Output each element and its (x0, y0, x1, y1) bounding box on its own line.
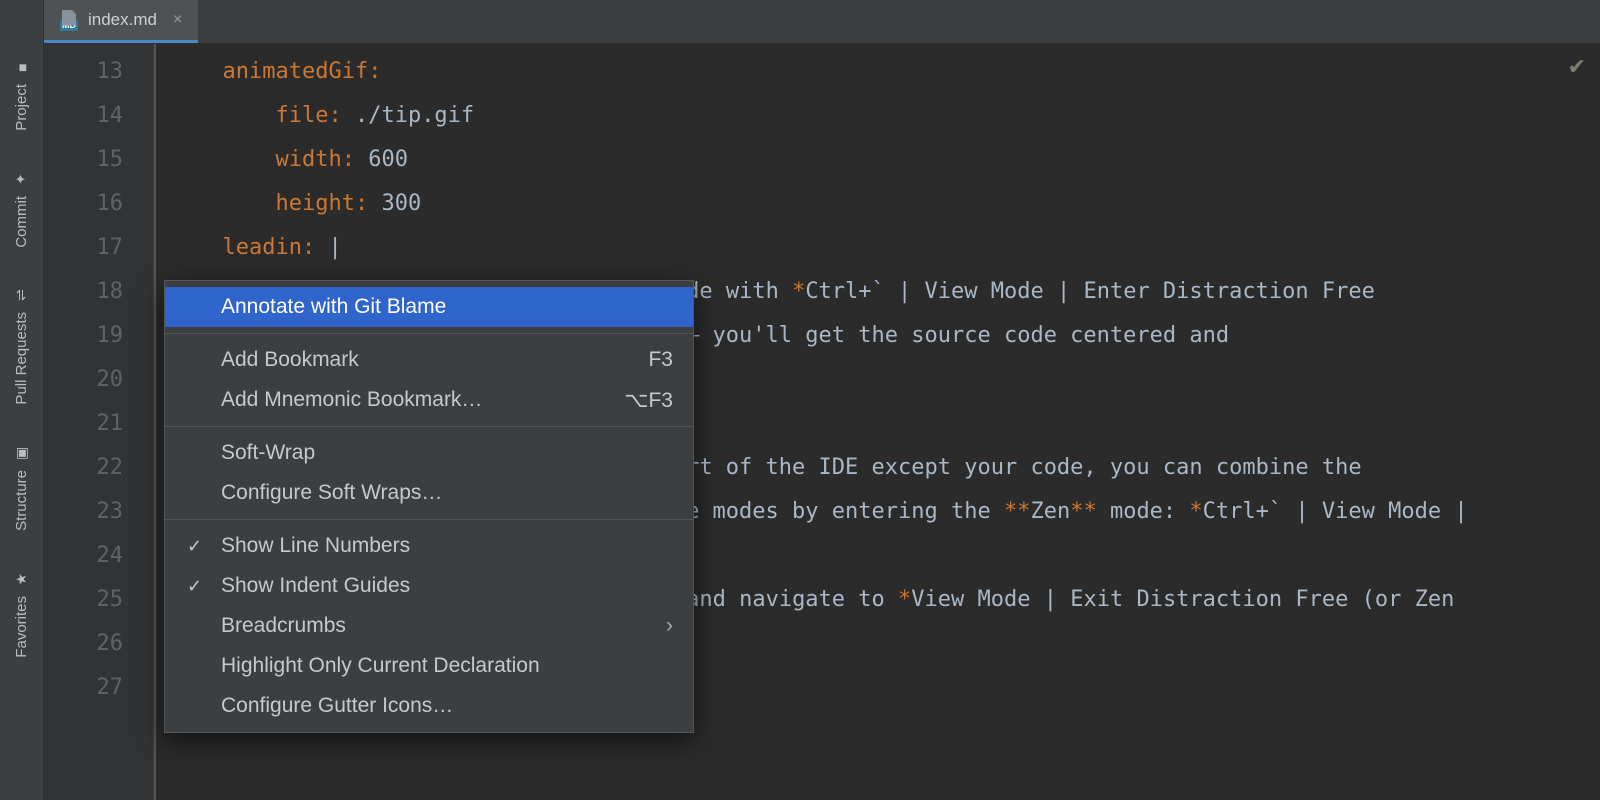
menu-item[interactable]: Add Mnemonic Bookmark… ⌥F3 (165, 380, 693, 420)
check-icon: ✓ (187, 536, 202, 557)
line-number[interactable]: 25 (44, 578, 153, 622)
menu-item[interactable]: Add Bookmark F3 (165, 340, 693, 380)
code-line[interactable]: height: 300 (196, 182, 1600, 226)
line-number[interactable]: 16 (44, 182, 153, 226)
menu-item-label: Breadcrumbs (221, 614, 346, 638)
line-number[interactable]: 15 (44, 138, 153, 182)
menu-item-label: Configure Soft Wraps… (221, 481, 442, 505)
toolstrip-commit[interactable]: Commit ✦ (13, 171, 30, 248)
toolstrip-favorites[interactable]: Favorites ★ (13, 571, 30, 658)
close-icon[interactable]: × (173, 11, 182, 29)
gutter-context-menu: Annotate with Git BlameAdd BookmarkF3Add… (164, 280, 694, 733)
pull-request-icon: ⇌ (13, 290, 30, 302)
main-area: MD index.md × 13141516171819202122232425… (44, 0, 1600, 800)
tool-strip: Project ■ Commit ✦ Pull Requests ⇌ Struc… (0, 0, 44, 800)
line-number[interactable]: 14 (44, 94, 153, 138)
toolstrip-label: Structure (13, 470, 30, 531)
tab-filename: index.md (88, 10, 157, 30)
menu-item-label: Show Indent Guides (221, 574, 410, 598)
menu-item-label: Soft-Wrap (221, 441, 315, 465)
inspection-ok-icon[interactable]: ✔ (1568, 54, 1586, 80)
menu-item-label: Add Bookmark (221, 348, 359, 372)
check-icon: ✓ (187, 576, 202, 597)
menu-item-label: Show Line Numbers (221, 534, 410, 558)
markdown-file-icon: MD (60, 10, 78, 31)
menu-item-label: Configure Gutter Icons… (221, 694, 453, 718)
menu-item[interactable]: Soft-Wrap (165, 433, 693, 473)
line-number[interactable]: 23 (44, 490, 153, 534)
editor-tab-active[interactable]: MD index.md × (44, 0, 198, 43)
structure-icon: ▣ (13, 447, 30, 460)
commit-icon: ✦ (13, 173, 30, 185)
menu-item[interactable]: Configure Soft Wraps… (165, 473, 693, 513)
editor-tab-row: MD index.md × (44, 0, 1600, 44)
menu-item[interactable]: ✓ Show Indent Guides (165, 566, 693, 606)
line-number-gutter[interactable]: 131415161718192021222324252627 (44, 44, 154, 800)
menu-shortcut: ⌥F3 (624, 388, 673, 413)
line-number[interactable]: 26 (44, 622, 153, 666)
menu-item[interactable]: Configure Gutter Icons… (165, 686, 693, 726)
menu-item-label: Add Mnemonic Bookmark… (221, 388, 482, 412)
menu-item[interactable]: Annotate with Git Blame (165, 287, 693, 327)
toolstrip-pull-requests[interactable]: Pull Requests ⇌ (13, 287, 30, 405)
line-number[interactable]: 24 (44, 534, 153, 578)
menu-item[interactable]: Highlight Only Current Declaration (165, 646, 693, 686)
line-number[interactable]: 21 (44, 402, 153, 446)
code-line[interactable]: width: 600 (196, 138, 1600, 182)
line-number[interactable]: 13 (44, 50, 153, 94)
line-number[interactable]: 17 (44, 226, 153, 270)
toolstrip-label: Commit (13, 196, 30, 248)
star-icon: ★ (13, 573, 30, 586)
menu-item[interactable]: ✓ Show Line Numbers (165, 526, 693, 566)
menu-item-label: Annotate with Git Blame (221, 295, 446, 319)
toolstrip-structure[interactable]: Structure ▣ (13, 445, 30, 531)
menu-item-label: Highlight Only Current Declaration (221, 654, 540, 678)
code-line[interactable]: file: ./tip.gif (196, 94, 1600, 138)
line-number[interactable]: 18 (44, 270, 153, 314)
line-number[interactable]: 19 (44, 314, 153, 358)
toolstrip-project[interactable]: Project ■ (13, 60, 30, 131)
line-number[interactable]: 27 (44, 666, 153, 710)
menu-separator (165, 333, 693, 334)
menu-shortcut: F3 (648, 348, 673, 372)
toolstrip-label: Favorites (13, 596, 30, 658)
toolstrip-label: Project (13, 84, 30, 131)
menu-item[interactable]: Breadcrumbs › (165, 606, 693, 646)
folder-icon: ■ (14, 64, 30, 72)
menu-separator (165, 519, 693, 520)
line-number[interactable]: 20 (44, 358, 153, 402)
code-line[interactable]: leadin: | (196, 226, 1600, 270)
menu-separator (165, 426, 693, 427)
toolstrip-label: Pull Requests (13, 312, 30, 405)
code-line[interactable]: animatedGif: (196, 50, 1600, 94)
line-number[interactable]: 22 (44, 446, 153, 490)
chevron-right-icon: › (666, 614, 673, 638)
